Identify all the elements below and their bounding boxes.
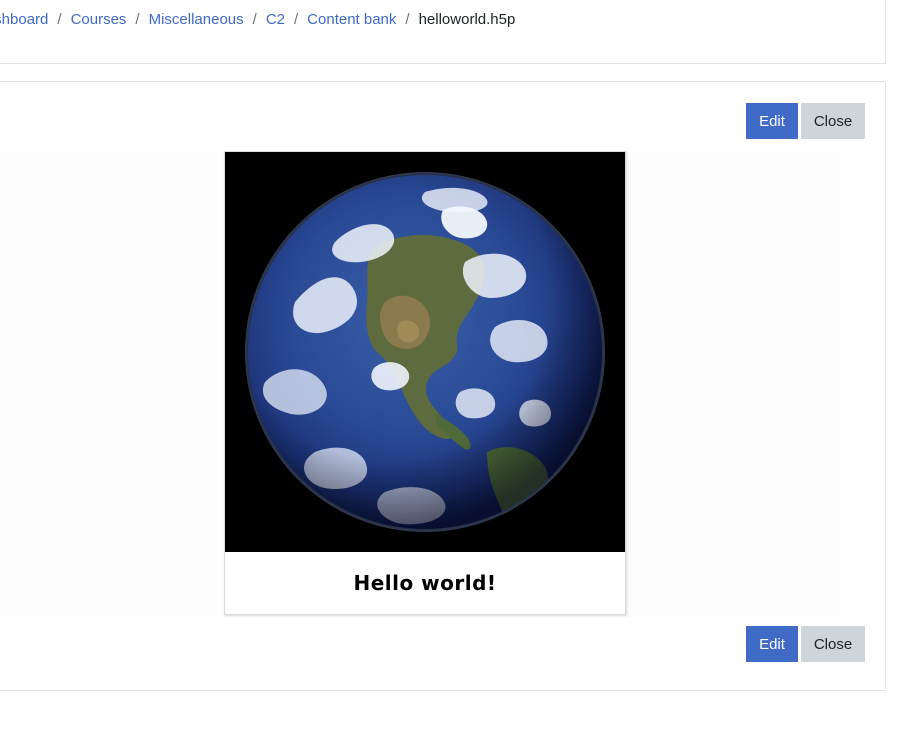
- earth-globe-icon: [245, 172, 605, 532]
- edit-button-bottom[interactable]: Edit: [746, 626, 798, 662]
- breadcrumb-current: helloworld.h5p: [418, 11, 516, 28]
- breadcrumb: Dashboard / Courses / Miscellaneous / C2…: [0, 11, 515, 28]
- breadcrumb-content-bank[interactable]: Content bank: [307, 11, 396, 28]
- breadcrumb-separator: /: [135, 11, 140, 28]
- breadcrumb-dashboard[interactable]: Dashboard: [0, 11, 48, 28]
- breadcrumb-separator: /: [252, 11, 257, 28]
- breadcrumb-courses[interactable]: Courses: [71, 11, 127, 28]
- bottom-toolbar: Edit Close: [746, 626, 865, 662]
- breadcrumb-separator: /: [294, 11, 299, 28]
- breadcrumb-card: Dashboard / Courses / Miscellaneous / C2…: [0, 0, 886, 64]
- h5p-image-card: Hello world!: [224, 151, 626, 615]
- top-toolbar: Edit Close: [746, 103, 865, 139]
- breadcrumb-separator: /: [405, 11, 410, 28]
- close-button[interactable]: Close: [801, 103, 865, 139]
- breadcrumb-separator: /: [57, 11, 62, 28]
- close-button-bottom[interactable]: Close: [801, 626, 865, 662]
- earth-image: [225, 152, 625, 552]
- h5p-caption: Hello world!: [353, 571, 497, 595]
- breadcrumb-c2[interactable]: C2: [266, 11, 285, 28]
- edit-button[interactable]: Edit: [746, 103, 798, 139]
- breadcrumb-miscellaneous[interactable]: Miscellaneous: [149, 11, 244, 28]
